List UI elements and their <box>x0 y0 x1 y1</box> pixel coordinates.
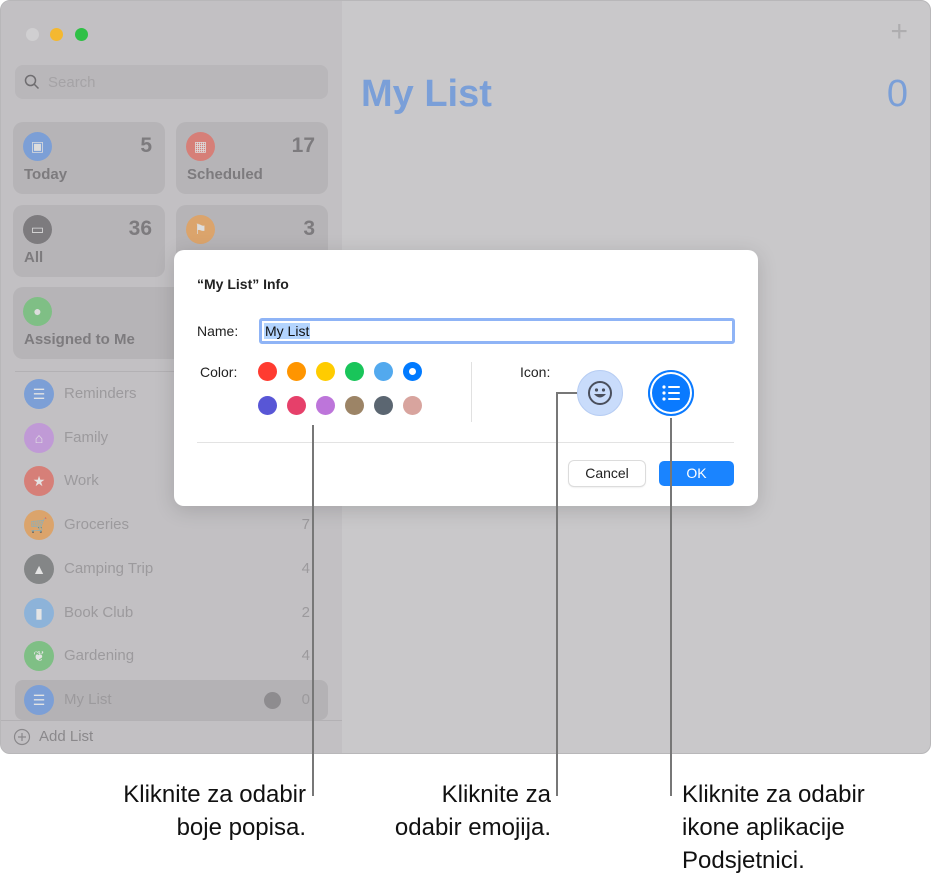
list-count: 7 <box>301 516 310 534</box>
callout-line-emoji <box>556 393 558 796</box>
color-swatch[interactable] <box>258 396 277 415</box>
dialog-title: “My List” Info <box>197 276 289 292</box>
list-name: Camping Trip <box>64 559 154 577</box>
color-swatch[interactable] <box>403 362 422 381</box>
smiley-icon <box>588 381 612 405</box>
smart-list-label: Today <box>24 166 68 183</box>
cancel-button[interactable]: Cancel <box>569 461 645 486</box>
add-list-label: Add List <box>39 728 94 745</box>
list-name: Gardening <box>64 647 135 665</box>
callout-icon: Kliknite za odabir ikone aplikacije Podsje… <box>682 778 865 877</box>
color-swatch[interactable] <box>316 362 335 381</box>
search-icon <box>24 74 40 90</box>
name-input-value: My List <box>264 323 311 339</box>
callout-line-icon <box>670 418 672 796</box>
list-count: 2 <box>301 603 310 621</box>
add-reminder-button[interactable]: + <box>890 15 908 49</box>
tent-icon: ▲ <box>24 553 54 584</box>
color-swatch[interactable] <box>374 362 393 381</box>
list-name: Groceries <box>64 516 130 534</box>
cart-icon: 🛒 <box>24 510 54 541</box>
star-icon: ★ <box>24 466 54 497</box>
color-swatch[interactable] <box>403 396 422 415</box>
name-label: Name: <box>197 323 239 339</box>
smart-list-label: All <box>24 249 44 266</box>
leaf-icon: ❦ <box>24 641 54 672</box>
calendar-grid-icon: ▦ <box>186 132 215 161</box>
sidebar-list-item[interactable]: ▲ Camping Trip 4 <box>15 549 328 589</box>
person-icon: ● <box>23 297 52 326</box>
color-swatch[interactable] <box>345 362 364 381</box>
smart-list-count: 17 <box>291 134 315 157</box>
list-title: My List <box>361 73 492 115</box>
callout-text: Kliknite za odabir <box>123 781 306 808</box>
callout-text: Podsjetnici. <box>682 847 805 874</box>
list-name: Work <box>64 472 99 490</box>
list-count: 4 <box>301 559 310 577</box>
smart-list-label: Assigned to Me <box>24 331 135 348</box>
callout-emoji: Kliknite za odabir emojija. <box>395 778 551 844</box>
list-count: 0 <box>886 73 908 115</box>
flag-icon: ⚑ <box>186 215 215 244</box>
list-icon: ☰ <box>24 379 54 409</box>
divider <box>471 362 472 422</box>
callout-line-color <box>312 425 314 796</box>
smart-list-count: 5 <box>140 134 152 157</box>
name-input[interactable]: My List <box>259 318 735 344</box>
minimize-button[interactable] <box>50 28 63 41</box>
search-placeholder: Search <box>48 74 96 91</box>
list-count: 4 <box>301 647 310 665</box>
smart-list-all[interactable]: ▭ 36 All <box>13 205 165 277</box>
zoom-button[interactable] <box>75 28 88 41</box>
color-swatch[interactable] <box>287 396 306 415</box>
close-button[interactable] <box>26 28 39 41</box>
icon-label: Icon: <box>520 364 551 380</box>
sidebar-list-item[interactable]: 🛒 Groceries 7 <box>15 505 328 545</box>
callout-text: boje popisa. <box>176 814 306 841</box>
smart-list-count: 36 <box>128 217 152 240</box>
bookmark-icon: ▮ <box>24 597 54 628</box>
callout-text: ikone aplikacije <box>682 814 845 841</box>
sidebar-list-item[interactable]: ❦ Gardening 4 <box>15 636 328 676</box>
color-swatch[interactable] <box>345 396 364 415</box>
callout-text: Kliknite za odabir <box>682 781 865 808</box>
plus-circle-icon <box>13 728 31 746</box>
house-icon: ⌂ <box>24 422 54 453</box>
list-icon: ☰ <box>24 684 54 715</box>
smart-list-count: 3 <box>303 217 315 240</box>
callout-text: odabir emojija. <box>394 814 551 841</box>
list-name: Book Club <box>64 603 134 621</box>
list-name: My List <box>64 690 112 708</box>
emoji-picker-button[interactable] <box>577 370 623 416</box>
list-icon-button[interactable] <box>648 370 694 416</box>
color-swatch[interactable] <box>287 362 306 381</box>
smart-list-label: Scheduled <box>187 166 263 183</box>
list-name: Family <box>64 428 109 446</box>
smart-list-scheduled[interactable]: ▦ 17 Scheduled <box>176 122 328 194</box>
list-name: Reminders <box>64 385 137 402</box>
search-field[interactable]: Search <box>15 65 328 99</box>
shared-person-icon <box>264 691 281 709</box>
calendar-today-icon: ▣ <box>23 132 52 161</box>
list-count: 0 <box>301 690 310 708</box>
callout-color: Kliknite za odabir boje popisa. <box>123 778 306 844</box>
tray-icon: ▭ <box>23 215 52 244</box>
divider <box>1 720 342 721</box>
smart-list-today[interactable]: ▣ 5 Today <box>13 122 165 194</box>
color-swatch[interactable] <box>316 396 335 415</box>
selected-dot <box>409 368 416 375</box>
color-label: Color: <box>200 364 238 380</box>
sidebar-list-item[interactable]: ▮ Book Club 2 <box>15 593 328 633</box>
list-icon <box>662 385 680 401</box>
color-swatch[interactable] <box>258 362 277 381</box>
callout-text: Kliknite za <box>441 781 551 808</box>
color-swatch[interactable] <box>374 396 393 415</box>
callout-line-emoji-h <box>556 392 577 394</box>
divider <box>197 442 734 443</box>
sidebar-list-item[interactable]: ☰ My List 0 <box>15 679 328 720</box>
